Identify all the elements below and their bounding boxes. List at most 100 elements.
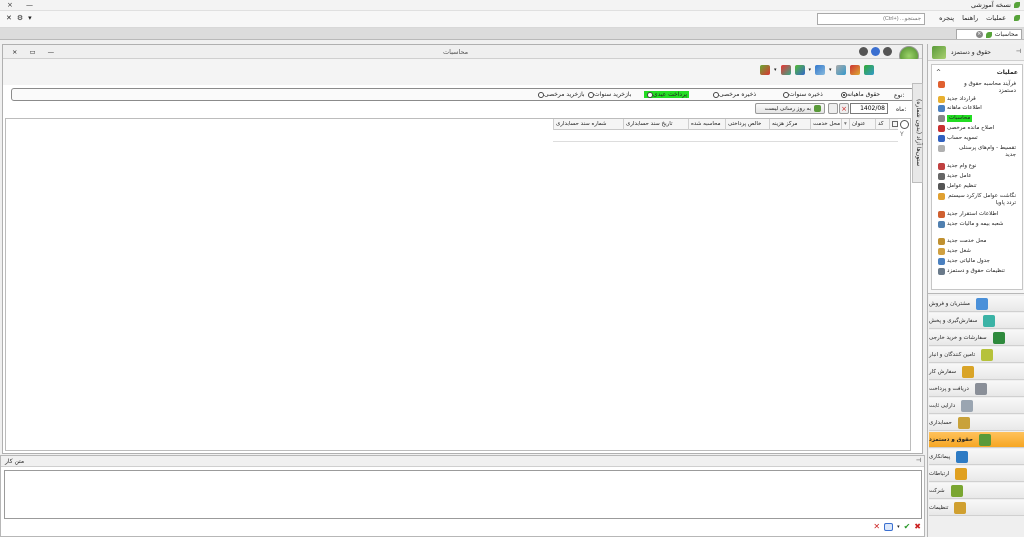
minimize-window-button[interactable]: — (26, 1, 33, 9)
cancel-icon[interactable]: ✕ (873, 522, 880, 531)
col-title[interactable]: عنوان (849, 119, 875, 130)
radio-severance-reserve[interactable]: ذخیره سنوات (782, 91, 823, 98)
op-map-attendance-factors[interactable]: نگاشت عوامل کارکرد سیستم تردد پاویا (938, 193, 1016, 206)
cash-icon (974, 382, 987, 395)
col-accounting-doc-date[interactable]: تاریخ سند حسابداری (623, 119, 688, 130)
module-contracting[interactable]: پیمانکاری (929, 449, 1024, 465)
close-doc-button[interactable]: ✕ (6, 14, 12, 22)
main-menu: عملیات راهنما پنجره (939, 14, 1020, 22)
module-suppliers-warehouse[interactable]: تامین کنندگان و انبار (929, 347, 1024, 363)
select-all-checkbox[interactable] (889, 119, 898, 130)
chevron-down-icon[interactable]: ▾ (28, 14, 32, 22)
menu-help[interactable]: راهنما (962, 14, 978, 22)
panel-title: حقوق و دستمزد (950, 49, 991, 56)
module-list: مشتریان و فروش سفارش‌گیری و پخش سفارشات … (928, 293, 1024, 537)
purchase-icon (992, 331, 1005, 344)
table-icon[interactable] (884, 522, 894, 531)
grid-filter-icon[interactable]: Y (900, 131, 907, 139)
module-receive-pay[interactable]: دریافت و پرداخت (929, 381, 1024, 397)
module-fixed-assets[interactable]: دارایی ثابت (929, 398, 1024, 414)
radio-leave-reserve[interactable]: ذخیره مرخصی (712, 91, 756, 98)
sort-icon[interactable]: ▾ (841, 119, 849, 130)
op-settlement[interactable]: تسویه حساب (938, 135, 1016, 142)
module-company[interactable]: شرکت (929, 483, 1024, 499)
module-work-order[interactable]: سفارش کار (929, 364, 1024, 380)
close-window-button[interactable]: × (7, 1, 13, 9)
filter-type-group: بازخرید مرخصی بازخرید سنوات پرداخت عیدی … (11, 88, 914, 101)
notes-textarea[interactable] (4, 470, 922, 519)
op-monthly-info[interactable]: اطلاعات ماهانه (938, 105, 1016, 112)
type-label: نوع: (894, 92, 905, 99)
op-new-tax-table[interactable]: جدول مالیاتی جدید (938, 258, 1016, 265)
module-settings[interactable]: تنظیمات (929, 500, 1024, 516)
tab-label: محاسبات (994, 31, 1018, 38)
op-new-service-location[interactable]: محل خدمت جدید (938, 238, 1016, 245)
radio-buyback-leave[interactable]: بازخرید مرخصی (537, 91, 585, 98)
op-payroll-process[interactable]: فرآیند محاسبه حقوق و دستمزد (938, 81, 1016, 94)
month-input[interactable] (850, 103, 888, 114)
op-new-loans[interactable]: تقسیط - وام‌های پرسنلی جدید (938, 145, 1016, 158)
delete-icon[interactable]: ✖ (914, 522, 921, 531)
collapse-icon[interactable]: ^ (936, 69, 941, 76)
window-header: × ▭ — محاسبات (3, 45, 922, 66)
col-code[interactable]: کد (875, 119, 889, 130)
settings-icon[interactable]: ⚙ (17, 14, 23, 22)
notes-panel: متن کار ⊣ ✕ ▾ ✔ ✖ (0, 455, 925, 537)
grid-search-icon[interactable] (900, 120, 909, 129)
pin-panel-icon[interactable]: ⊣ (1016, 48, 1021, 55)
tool-calculate-icon[interactable] (849, 65, 860, 75)
search-input[interactable] (817, 13, 925, 25)
op-configure-factors[interactable]: تنظیم عوامل (938, 183, 1016, 190)
op-new-factor[interactable]: عامل جدید (938, 173, 1016, 180)
op-calculations[interactable]: محاسبات (938, 115, 1016, 122)
close-child-button[interactable]: × (12, 48, 17, 56)
tool-new-icon[interactable] (863, 65, 874, 75)
menu-operations[interactable]: عملیات (986, 14, 1006, 22)
filter-funnel-icon[interactable] (828, 103, 838, 114)
op-new-loan-type[interactable]: نوع وام جدید (938, 163, 1016, 170)
module-foreign-purchase[interactable]: سفارشات و خرید خارجی (929, 330, 1024, 346)
radio-eidi-payment[interactable]: پرداخت عیدی (644, 91, 690, 98)
dropdown-icon[interactable] (859, 47, 868, 56)
col-calculated[interactable]: محاسبه شده (688, 119, 725, 130)
module-communications[interactable]: ارتباطات (929, 466, 1024, 482)
window-title-area: نسخه آموزشی (971, 1, 1020, 9)
module-accounting[interactable]: حسابداری (929, 415, 1024, 431)
tab-calculations[interactable]: محاسبات × (956, 29, 1022, 39)
clear-filter-icon[interactable]: × (839, 103, 849, 114)
window-title: محاسبات (443, 48, 469, 56)
tool-merge-icon[interactable] (760, 65, 770, 75)
col-service-location[interactable]: محل خدمت (810, 119, 841, 130)
help-icon[interactable] (871, 47, 880, 56)
tool-delete-icon[interactable] (780, 65, 791, 75)
radio-monthly-salary[interactable]: حقوق ماهیانه (840, 91, 880, 98)
columns-side-tab[interactable]: ستون‌ها آزاد (بدون شماره) (912, 83, 923, 183)
tool-approve-icon[interactable] (794, 65, 805, 75)
module-payroll[interactable]: حقوق و دستمزد (929, 432, 1024, 448)
radio-buyback-service[interactable]: بازخرید سنوات (587, 91, 631, 98)
module-ordering-distribution[interactable]: سفارش‌گیری و پخش (929, 313, 1024, 329)
module-customers-sales[interactable]: مشتریان و فروش (929, 296, 1024, 312)
op-new-insurance-branch[interactable]: شعبه بیمه و مالیات جدید (938, 221, 1016, 228)
confirm-check-icon[interactable]: ✔ (904, 522, 911, 531)
restore-child-button[interactable]: ▭ (29, 48, 35, 56)
op-new-contract[interactable]: قرارداد جدید (938, 96, 1016, 103)
op-adjust-leave-balance[interactable]: اصلاح مانده مرخصی (938, 125, 1016, 132)
info-icon[interactable] (883, 47, 892, 56)
tool-edit-icon[interactable] (835, 65, 846, 75)
close-tab-icon[interactable]: × (975, 31, 983, 38)
op-new-deployment-info[interactable]: اطلاعات استقرار جدید (938, 211, 1016, 218)
settings-module-icon (954, 501, 967, 514)
menu-window[interactable]: پنجره (939, 14, 954, 22)
col-cost-center[interactable]: مرکز هزینه (769, 119, 810, 130)
col-accounting-doc-number[interactable]: شماره سند حسابداری (553, 119, 623, 130)
pin-icon[interactable]: ⊣ (916, 457, 921, 464)
op-new-job[interactable]: شغل جدید (938, 248, 1016, 255)
op-payroll-settings[interactable]: تنظیمات حقوق و دستمزد (938, 268, 1016, 275)
refresh-list-button[interactable]: به روز رسانی لیست (755, 103, 825, 114)
notes-title: متن کار (5, 458, 25, 465)
minimize-child-button[interactable]: — (48, 48, 55, 56)
tool-print-icon[interactable] (815, 65, 826, 75)
app-logo-icon (1014, 2, 1020, 8)
col-net-payment[interactable]: خالص پرداختی (725, 119, 769, 130)
